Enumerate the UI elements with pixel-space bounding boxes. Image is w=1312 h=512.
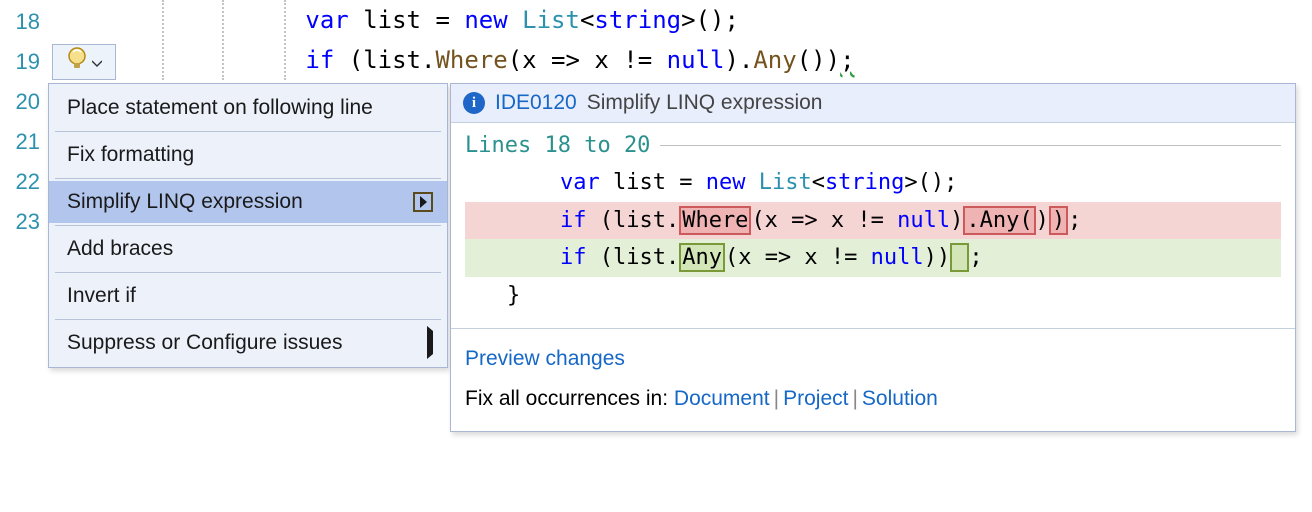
lightbulb-button[interactable]: [52, 44, 116, 80]
line-number: 19: [0, 42, 48, 82]
menu-separator: [55, 178, 441, 179]
separator: |: [770, 387, 783, 410]
code-area[interactable]: var list = new List<string>(); if (list.…: [120, 0, 1312, 80]
diff-context-line: }: [465, 277, 1281, 314]
line-number: 22: [0, 162, 48, 202]
code-line-18[interactable]: var list = new List<string>();: [120, 0, 1312, 40]
menu-item-place-statement[interactable]: Place statement on following line: [49, 87, 447, 129]
quick-actions-menu: Place statement on following line Fix fo…: [48, 83, 448, 368]
fix-all-project-link[interactable]: Project: [783, 387, 848, 410]
rule-id: IDE0120: [495, 91, 577, 115]
context-label: Lines 18 to 20: [465, 127, 1281, 164]
line-number: 18: [0, 2, 48, 42]
menu-item-simplify-linq[interactable]: Simplify LINQ expression: [49, 181, 447, 223]
menu-separator: [55, 225, 441, 226]
submenu-arrow-icon: [427, 331, 433, 355]
menu-item-label: Place statement on following line: [67, 96, 373, 120]
code-editor: 18 19 20 21 22 23 var list = new List<st…: [0, 0, 1312, 512]
menu-item-label: Invert if: [67, 284, 136, 308]
menu-item-add-braces[interactable]: Add braces: [49, 228, 447, 270]
fix-all-label: Fix all occurrences in:: [465, 387, 674, 410]
diff-added-line: if (list.Any(x => x != null)) ;: [465, 239, 1281, 276]
lightbulb-icon: [66, 46, 88, 78]
fix-all-document-link[interactable]: Document: [674, 387, 770, 410]
separator: |: [848, 387, 861, 410]
preview-changes-link[interactable]: Preview changes: [465, 347, 625, 370]
line-number-gutter: 18 19 20 21 22 23: [0, 0, 48, 512]
menu-item-label: Suppress or Configure issues: [67, 331, 342, 355]
menu-item-label: Add braces: [67, 237, 173, 261]
preview-separator: [451, 328, 1295, 329]
line-number: 23: [0, 202, 48, 242]
rule-title: Simplify LINQ expression: [587, 91, 823, 115]
info-icon: i: [463, 92, 485, 114]
chevron-down-icon: [92, 50, 102, 74]
preview-header: i IDE0120 Simplify LINQ expression: [451, 84, 1295, 123]
menu-separator: [55, 131, 441, 132]
diff-context-line: var list = new List<string>();: [465, 164, 1281, 201]
menu-item-invert-if[interactable]: Invert if: [49, 275, 447, 317]
menu-separator: [55, 272, 441, 273]
menu-item-fix-formatting[interactable]: Fix formatting: [49, 134, 447, 176]
menu-item-label: Fix formatting: [67, 143, 194, 167]
code-line-19[interactable]: if (list.Where(x => x != null).Any());: [120, 40, 1312, 80]
line-number: 21: [0, 122, 48, 162]
menu-item-suppress-configure[interactable]: Suppress or Configure issues: [49, 322, 447, 364]
preview-panel: i IDE0120 Simplify LINQ expression Lines…: [450, 83, 1296, 432]
submenu-arrow-icon: [413, 192, 433, 212]
preview-footer: Preview changes Fix all occurrences in: …: [451, 335, 1295, 431]
menu-item-label: Simplify LINQ expression: [67, 190, 303, 214]
fix-all-solution-link[interactable]: Solution: [862, 387, 938, 410]
diff-removed-line: if (list.Where(x => x != null).Any());: [465, 202, 1281, 239]
line-number: 20: [0, 82, 48, 122]
menu-separator: [55, 319, 441, 320]
preview-diff: Lines 18 to 20 var list = new List<strin…: [451, 123, 1295, 322]
